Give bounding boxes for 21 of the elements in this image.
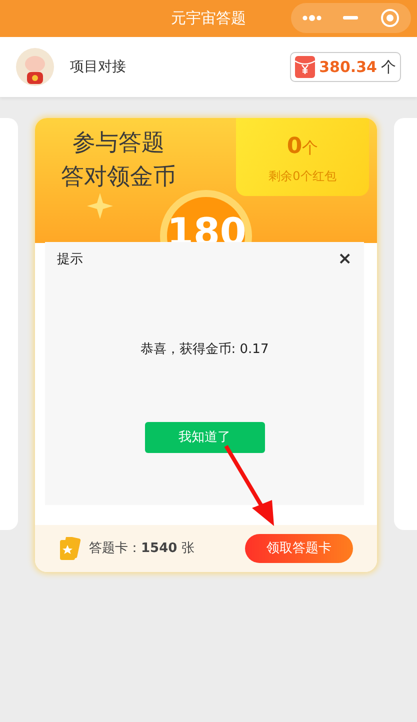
banner-title: 参与答题 [72, 129, 166, 158]
packet-count: 0 [286, 134, 302, 158]
card-count: 答题卡：1540 张 [89, 540, 194, 558]
balance-box[interactable]: 380.34 个 [290, 52, 401, 82]
card-icon [59, 536, 81, 560]
close-circle-icon[interactable] [380, 8, 400, 28]
money-envelope-icon [295, 56, 316, 78]
username: 项目对接 [70, 58, 126, 76]
banner-title: 答对领金币 [60, 163, 177, 192]
packet-unit: 个 [302, 138, 318, 156]
dialog-title: 提示 [56, 251, 83, 269]
sparkle-icon [87, 193, 113, 219]
balance-amount: 380.34 [319, 56, 377, 78]
more-icon[interactable] [302, 14, 322, 22]
dialog-message: 恭喜，获得金币: 0.17 [139, 340, 270, 358]
window-title: 元宇宙答题 [171, 9, 246, 27]
avatar-icon [16, 48, 54, 86]
packet-remaining: 剩余0个红包 [268, 168, 338, 184]
minimize-icon[interactable] [343, 16, 358, 20]
close-button[interactable]: × [338, 251, 352, 268]
balance-unit: 个 [381, 56, 396, 78]
